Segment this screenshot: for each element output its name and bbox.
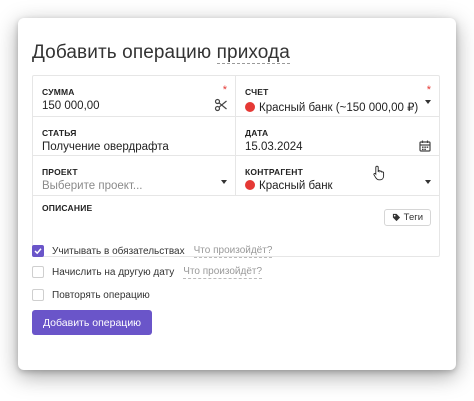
option-label: Учитывать в обязательствах — [52, 245, 185, 257]
checkbox-liabilities[interactable] — [32, 245, 44, 257]
hand-cursor-icon — [373, 165, 385, 181]
article-value[interactable]: Получение овердрафта — [42, 141, 169, 153]
option-label: Начислить на другую дату — [52, 266, 175, 278]
option-liabilities[interactable]: Учитывать в обязательствах Что произойдё… — [32, 244, 273, 258]
amount-input[interactable]: 150 000,00 — [42, 100, 100, 112]
tags-label: Теги — [403, 212, 423, 223]
project-select[interactable]: Выберите проект... — [42, 180, 143, 192]
amount-label: СУММА — [42, 87, 75, 97]
tags-button[interactable]: Теги — [383, 209, 431, 226]
account-label: СЧЕТ — [245, 87, 269, 97]
checkmark-icon — [34, 248, 42, 255]
date-label: ДАТА — [245, 128, 269, 138]
counterparty-value: Красный банк — [259, 180, 333, 192]
chevron-down-icon[interactable] — [425, 100, 431, 104]
article-field[interactable]: СТАТЬЯ Получение овердрафта — [33, 117, 236, 156]
title-prefix: Добавить операцию — [32, 42, 212, 63]
add-operation-button[interactable]: Добавить операцию — [32, 310, 152, 335]
bank-color-icon — [245, 180, 255, 190]
option-other-date[interactable]: Начислить на другую дату Что произойдёт? — [32, 265, 263, 279]
account-field[interactable]: СЧЕТ * Красный банк (~150 000,00 ₽) — [236, 76, 439, 117]
scissors-icon[interactable] — [214, 98, 228, 112]
option-label: Повторять операцию — [52, 289, 150, 301]
counterparty-label: КОНТРАГЕНТ — [245, 167, 304, 177]
amount-field[interactable]: СУММА * 150 000,00 — [33, 76, 236, 117]
checkbox-repeat[interactable] — [32, 289, 44, 301]
description-label: ОПИСАНИЕ — [42, 203, 93, 213]
tag-icon — [392, 213, 400, 222]
calendar-icon[interactable] — [418, 139, 432, 153]
add-operation-dialog: Добавить операцию прихода СУММА * 150 00… — [18, 18, 456, 370]
bank-color-icon — [245, 102, 255, 112]
required-mark: * — [222, 84, 227, 96]
what-happens-link[interactable]: Что произойдёт? — [193, 245, 273, 258]
account-select[interactable]: Красный банк (~150 000,00 ₽) — [245, 100, 418, 114]
counterparty-field[interactable]: КОНТРАГЕНТ Красный банк — [236, 156, 439, 196]
date-field[interactable]: ДАТА 15.03.2024 — [236, 117, 439, 156]
date-input[interactable]: 15.03.2024 — [245, 141, 303, 153]
chevron-down-icon[interactable] — [425, 180, 431, 184]
article-label: СТАТЬЯ — [42, 128, 77, 138]
operation-type-switch[interactable]: прихода — [216, 42, 290, 64]
option-repeat[interactable]: Повторять операцию — [32, 288, 150, 302]
chevron-down-icon[interactable] — [221, 180, 227, 184]
project-label: ПРОЕКТ — [42, 167, 78, 177]
account-value: Красный банк (~150 000,00 ₽) — [259, 102, 419, 114]
what-happens-link[interactable]: Что произойдёт? — [183, 266, 263, 279]
dialog-title: Добавить операцию прихода — [32, 42, 290, 64]
checkbox-other-date[interactable] — [32, 266, 44, 278]
project-field[interactable]: ПРОЕКТ Выберите проект... — [33, 156, 236, 196]
counterparty-select[interactable]: Красный банк — [245, 180, 333, 192]
required-mark: * — [426, 84, 431, 96]
